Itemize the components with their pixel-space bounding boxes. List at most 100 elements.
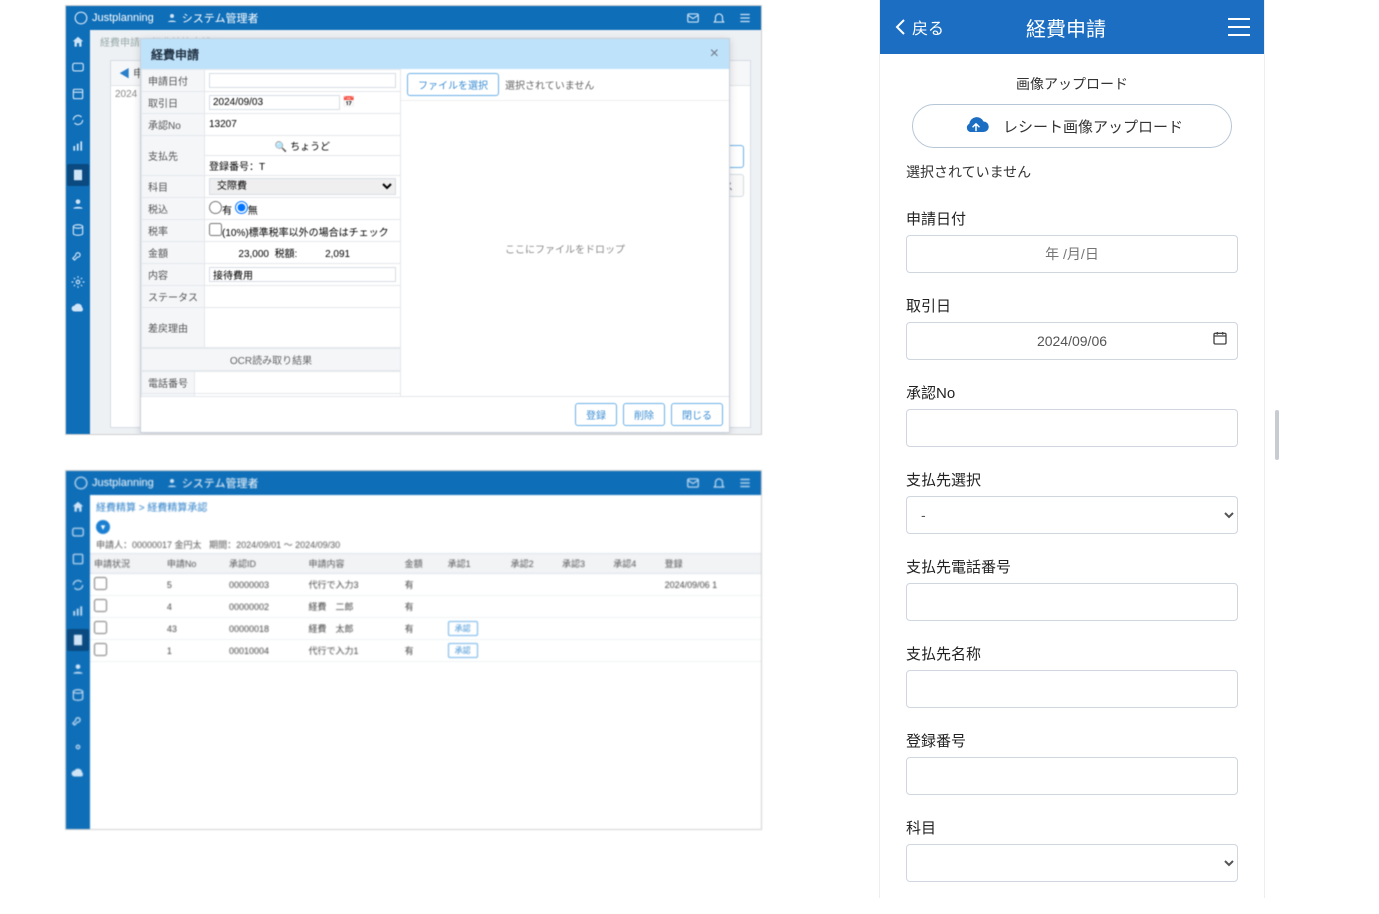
chart-icon[interactable] bbox=[70, 603, 86, 619]
page-title: 経費申請 bbox=[904, 13, 1228, 42]
approve-no-label: 承認No bbox=[142, 114, 205, 136]
db-icon[interactable] bbox=[70, 222, 86, 238]
payee-select[interactable]: - bbox=[906, 496, 1238, 534]
file-select-button[interactable]: ファイルを選択 bbox=[407, 73, 499, 96]
apply-date-field: 申請日付 bbox=[906, 208, 1238, 273]
chart-icon[interactable] bbox=[70, 138, 86, 154]
amount-label: 金額 bbox=[142, 242, 205, 264]
row-checkbox[interactable] bbox=[94, 599, 107, 612]
bell-icon[interactable] bbox=[711, 10, 727, 26]
apply-date-input[interactable] bbox=[906, 235, 1238, 273]
tax-radio-no[interactable]: 無 bbox=[235, 206, 258, 217]
file-drop-area: ファイルを選択 選択されていません ここにファイルをドロップ bbox=[401, 69, 729, 396]
close-icon[interactable]: × bbox=[710, 45, 719, 63]
gear-icon[interactable] bbox=[70, 739, 86, 755]
menu-icon[interactable] bbox=[737, 475, 753, 491]
table-column-header: 金額 bbox=[401, 554, 444, 574]
approve-button[interactable]: 承認 bbox=[448, 643, 478, 658]
cloud-icon[interactable] bbox=[70, 300, 86, 316]
modal-close-button[interactable]: 閉じる bbox=[671, 403, 723, 426]
trade-date-label: 取引日 bbox=[906, 295, 1238, 316]
chat-icon[interactable] bbox=[70, 525, 86, 541]
refresh-icon[interactable] bbox=[70, 112, 86, 128]
payee-tel-label: 支払先電話番号 bbox=[906, 556, 1238, 577]
account-select[interactable] bbox=[906, 844, 1238, 882]
row-checkbox[interactable] bbox=[94, 577, 107, 590]
tax-label: 税込 bbox=[142, 198, 205, 220]
payee-select-label: 支払先選択 bbox=[906, 469, 1238, 490]
trade-date-input[interactable] bbox=[906, 322, 1238, 360]
account-select[interactable]: 交際費 bbox=[209, 178, 396, 195]
payee-value: ちょうど bbox=[290, 142, 330, 153]
reject-label: 差戻理由 bbox=[142, 308, 205, 348]
user-icon[interactable] bbox=[70, 661, 86, 677]
board-icon[interactable] bbox=[70, 86, 86, 102]
filter-toggle-button[interactable]: ▾ bbox=[96, 520, 110, 534]
table-row[interactable]: 100010004代行で入力1有承認 bbox=[90, 640, 761, 662]
calendar-icon[interactable] bbox=[1212, 330, 1228, 350]
apply-date-label: 申請日付 bbox=[906, 208, 1238, 229]
menu-icon[interactable] bbox=[1228, 18, 1250, 36]
modal-title: 経費申請 bbox=[151, 46, 199, 63]
dropzone[interactable]: ここにファイルをドロップ bbox=[401, 101, 729, 396]
app-header: Justplanning システム管理者 bbox=[66, 471, 761, 495]
trade-date-field: 取引日 bbox=[906, 295, 1238, 360]
table-column-header: 承認ID bbox=[225, 554, 305, 574]
detail-input[interactable] bbox=[209, 267, 396, 282]
file-none-text: 選択されていません bbox=[505, 77, 594, 92]
none-selected-text: 選択されていません bbox=[906, 162, 1238, 182]
cloud-icon[interactable] bbox=[70, 765, 86, 781]
apply-date-input[interactable] bbox=[209, 73, 396, 88]
table-row[interactable]: 400000002経費 二郎有 bbox=[90, 596, 761, 618]
approve-button[interactable]: 承認 bbox=[448, 621, 478, 636]
payee-select-field: 支払先選択 - bbox=[906, 469, 1238, 534]
wrench-icon[interactable] bbox=[70, 713, 86, 729]
approve-no-input[interactable] bbox=[906, 409, 1238, 447]
current-user: システム管理者 bbox=[166, 10, 259, 26]
approve-no-field: 承認No bbox=[906, 382, 1238, 447]
board-icon[interactable] bbox=[70, 551, 86, 567]
account-label: 科目 bbox=[906, 817, 1238, 838]
mail-icon[interactable] bbox=[685, 10, 701, 26]
wrench-icon[interactable] bbox=[70, 248, 86, 264]
detail-label: 内容 bbox=[142, 264, 205, 286]
home-icon[interactable] bbox=[70, 34, 86, 50]
table-column-header: 申請No bbox=[163, 554, 225, 574]
menu-icon[interactable] bbox=[737, 10, 753, 26]
gear-icon[interactable] bbox=[70, 274, 86, 290]
taxrate-label: 税率 bbox=[142, 220, 205, 242]
table-column-header: 承認1 bbox=[444, 554, 507, 574]
trade-date-input[interactable] bbox=[209, 95, 340, 110]
row-checkbox[interactable] bbox=[94, 643, 107, 656]
table-row[interactable]: 4300000018経費 太郎有承認 bbox=[90, 618, 761, 640]
modal-register-button[interactable]: 登録 bbox=[575, 403, 617, 426]
doc-icon[interactable] bbox=[67, 164, 89, 186]
taxrate-checkbox[interactable]: (10%)標準税率以外の場合はチェック bbox=[209, 228, 389, 239]
bell-icon[interactable] bbox=[711, 475, 727, 491]
page-divider-handle[interactable] bbox=[1275, 410, 1279, 460]
breadcrumb: 経費精算 > 経費精算承認 bbox=[90, 495, 761, 518]
row-checkbox[interactable] bbox=[94, 621, 107, 634]
sidebar-nav bbox=[66, 30, 90, 434]
ocr-tel-label: 電話番号 bbox=[142, 372, 195, 394]
reject-value bbox=[205, 308, 401, 348]
user-icon[interactable] bbox=[70, 196, 86, 212]
desktop-approval-list-screenshot: Justplanning システム管理者 経費精算 > 経費精算承認 ▾ 申請人… bbox=[65, 470, 762, 830]
mail-icon[interactable] bbox=[685, 475, 701, 491]
refresh-icon[interactable] bbox=[70, 577, 86, 593]
home-icon[interactable] bbox=[70, 499, 86, 515]
table-column-header: 登録 bbox=[661, 554, 761, 574]
brand: Justplanning bbox=[74, 476, 154, 490]
upload-receipt-button[interactable]: レシート画像アップロード bbox=[912, 104, 1232, 148]
doc-icon[interactable] bbox=[67, 629, 89, 651]
db-icon[interactable] bbox=[70, 687, 86, 703]
tax-radio-yes[interactable]: 有 bbox=[209, 206, 232, 217]
cloud-upload-icon bbox=[961, 115, 991, 137]
chat-icon[interactable] bbox=[70, 60, 86, 76]
table-column-header: 承認2 bbox=[507, 554, 558, 574]
payee-tel-input[interactable] bbox=[906, 583, 1238, 621]
modal-delete-button[interactable]: 削除 bbox=[623, 403, 665, 426]
payee-name-input[interactable] bbox=[906, 670, 1238, 708]
table-row[interactable]: 500000003代行で入力3有2024/09/06 1 bbox=[90, 574, 761, 596]
regno-input[interactable] bbox=[906, 757, 1238, 795]
